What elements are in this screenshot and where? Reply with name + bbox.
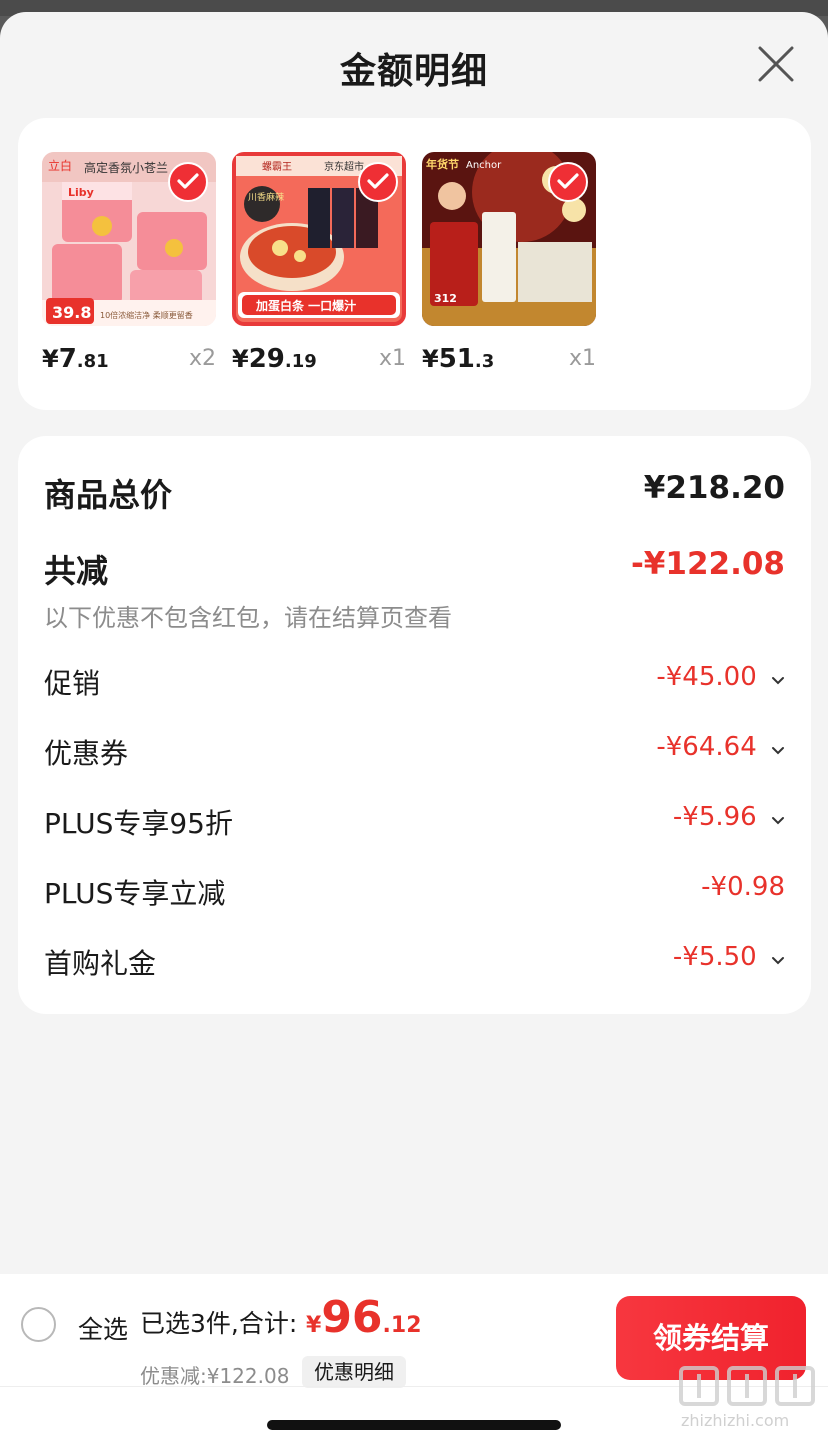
discount-line-value: -¥0.98 [701,872,785,902]
liby-logo-text: Liby [68,186,94,199]
liby-badge-text: 10倍浓缩洁净 柔顺更留香 [100,310,193,320]
price-symbol: ¥ [42,345,59,373]
discount-line-label: 首购礼金 [44,947,157,980]
product-image-anchor[interactable]: 年货节 Anchor 312 [422,152,596,326]
discount-detail-link[interactable]: 优惠明细 [302,1356,406,1388]
price-decimal: .19 [284,351,317,372]
price-summary-card: 商品总价 ¥218.20 共减 -¥122.08 以下优惠不包含红包，请在结算页… [18,436,811,1014]
luosifen-badge-text: 加蛋白条 一口爆汁 [255,298,356,313]
discount-note-row: 以下优惠不包含红包，请在结算页查看 [44,598,785,632]
watermark-text: zhizhizhi.com [681,1411,789,1430]
discount-line-value-wrap: -¥45.00 [656,662,785,693]
total-discount-row: 共减 -¥122.08 [44,546,785,590]
discount-line-label: 促销 [44,667,101,700]
selected-check-icon[interactable] [548,162,588,202]
chevron-down-icon[interactable] [771,943,785,973]
total-decimal: .12 [382,1313,422,1338]
discount-line-value-wrap: -¥5.96 [673,802,785,833]
luosifen-brand-text: 螺霸王 [262,161,292,173]
chevron-down-icon[interactable] [771,733,785,763]
select-all-label[interactable]: 全选 [78,1310,128,1346]
close-icon[interactable] [754,42,798,86]
discount-line-value: -¥5.96 [672,802,757,832]
liby-promo-price: 39.8 [52,303,91,322]
product-price: ¥51.3 [422,344,494,374]
product-item-luosifen[interactable]: 螺霸王 京东超市 川香麻辣 加蛋白条 一口爆汁 ¥29.19 x1 [232,152,406,382]
discount-line-value-wrap: -¥64.64 [656,732,785,763]
anchor-brand-text: Anchor [466,160,502,171]
price-decimal: .81 [76,351,109,372]
product-price-row: ¥29.19 x1 [232,342,406,382]
discount-line-plus-95[interactable]: PLUS专享95折 -¥5.96 [44,802,785,842]
product-image-liby[interactable]: 立白 高定香氛小苍兰 Liby 39.8 10倍浓缩洁净 柔顺更留香 [42,152,216,326]
price-symbol: ¥ [422,345,439,373]
liby-corner-brand: 立白 [48,158,72,173]
product-price-row: ¥51.3 x1 [422,342,596,382]
product-item-anchor[interactable]: 年货节 Anchor 312 ¥51.3 x1 [422,152,596,382]
product-image-luosifen[interactable]: 螺霸王 京东超市 川香麻辣 加蛋白条 一口爆汁 [232,152,406,326]
chevron-down-icon[interactable] [771,663,785,693]
selected-check-icon[interactable] [168,162,208,202]
discount-line-coupon[interactable]: 优惠券 -¥64.64 [44,732,785,772]
product-item-liby[interactable]: 立白 高定香氛小苍兰 Liby 39.8 10倍浓缩洁净 柔顺更留香 ¥7.81… [42,152,216,382]
chevron-down-icon[interactable] [771,803,785,833]
total-symbol: ¥ [306,1313,322,1338]
total-price-value: ¥218.20 [643,470,785,506]
discount-note: 以下优惠不包含红包，请在结算页查看 [44,604,452,632]
product-quantity: x2 [188,346,216,371]
anchor-promo-price: 312 [434,292,457,305]
discount-line-value: -¥45.00 [656,662,757,692]
select-all-radio[interactable] [21,1307,56,1342]
products-card: 立白 高定香氛小苍兰 Liby 39.8 10倍浓缩洁净 柔顺更留香 ¥7.81… [18,118,811,410]
discount-line-promotion[interactable]: 促销 -¥45.00 [44,662,785,702]
total-discount-label: 共减 [44,552,109,590]
product-price: ¥7.81 [42,344,109,374]
anchor-banner-text: 年货节 [426,157,459,171]
sheet-title: 金额明细 [339,51,488,92]
price-integer: 51 [438,344,475,374]
amount-detail-sheet: 金额明细 立白 高定香氛小苍兰 Liby 39.8 10倍浓缩洁净 柔顺更留香 … [0,12,828,1448]
discount-line-plus-instant: PLUS专享立减 -¥0.98 [44,872,785,912]
home-indicator [267,1420,561,1430]
discount-line-label: 优惠券 [44,737,129,770]
selected-count-text: 已选3件,合计: [140,1309,298,1338]
liby-banner-text: 高定香氛小苍兰 [84,160,168,175]
price-decimal: .3 [474,351,495,372]
discount-line-label: PLUS专享立减 [44,877,226,910]
luosifen-tag-text: 川香麻辣 [248,191,284,203]
product-quantity: x1 [568,346,596,371]
discount-line-value-wrap: -¥5.50 [673,942,785,973]
discount-line-first-purchase[interactable]: 首购礼金 -¥5.50 [44,942,785,982]
price-integer: 29 [248,344,285,374]
product-quantity: x1 [378,346,406,371]
watermark-logo: zhizhizhi.com [675,1362,825,1442]
price-integer: 7 [58,344,77,374]
luosifen-store-text: 京东超市 [324,160,364,173]
discount-line-value: -¥5.50 [672,942,757,972]
total-discount-value: -¥122.08 [630,546,785,582]
discount-line-value: -¥64.64 [656,732,757,762]
discount-line-label: PLUS专享95折 [44,807,233,840]
total-integer: 96 [321,1292,383,1343]
checkout-total: ¥96.12 [306,1292,422,1343]
selected-check-icon[interactable] [358,162,398,202]
product-price-row: ¥7.81 x2 [42,342,216,382]
price-symbol: ¥ [232,345,249,373]
total-price-row: 商品总价 ¥218.20 [44,470,785,514]
total-price-label: 商品总价 [44,476,173,514]
sheet-header: 金额明细 [0,12,828,116]
product-price: ¥29.19 [232,344,317,374]
discount-summary-text: 优惠减:¥122.08 [140,1364,290,1388]
